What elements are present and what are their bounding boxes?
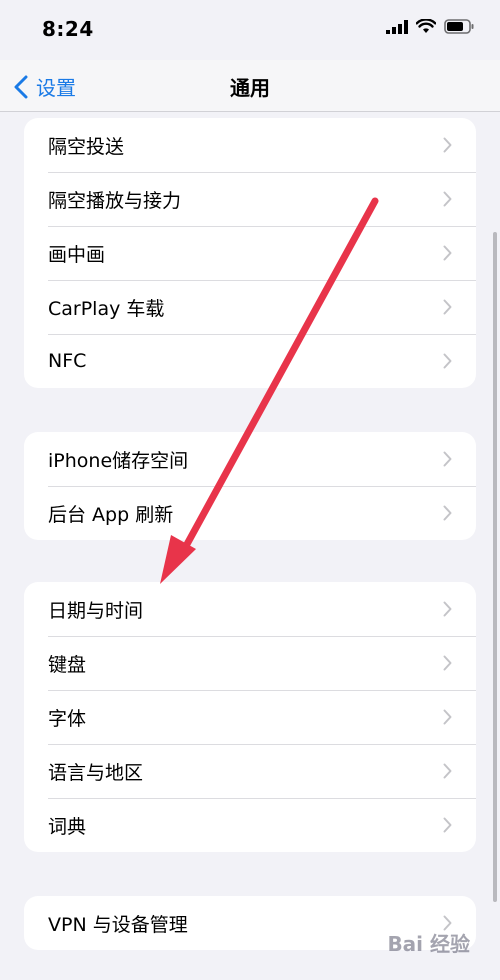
settings-row-picture-in-picture[interactable]: 画中画 bbox=[24, 226, 476, 280]
row-label: 画中画 bbox=[48, 243, 106, 266]
chevron-right-icon bbox=[443, 817, 452, 833]
settings-row-iphone-storage[interactable]: iPhone储存空间 bbox=[24, 432, 476, 486]
settings-row-airplay-handoff[interactable]: 隔空播放与接力 bbox=[24, 172, 476, 226]
chevron-right-icon bbox=[443, 137, 452, 153]
settings-group-connectivity: 隔空投送 隔空播放与接力 画中画 CarPlay 车载 NFC bbox=[24, 118, 476, 388]
row-label: 字体 bbox=[48, 707, 87, 730]
settings-row-date-time[interactable]: 日期与时间 bbox=[24, 582, 476, 636]
settings-group-storage: iPhone储存空间 后台 App 刷新 bbox=[24, 432, 476, 540]
chevron-right-icon bbox=[443, 353, 452, 369]
row-label: 隔空播放与接力 bbox=[48, 189, 182, 212]
settings-row-nfc[interactable]: NFC bbox=[24, 334, 476, 388]
row-label: 键盘 bbox=[48, 653, 87, 676]
navigation-bar: 设置 通用 bbox=[0, 60, 500, 112]
wifi-icon bbox=[416, 19, 436, 33]
chevron-right-icon bbox=[443, 601, 452, 617]
status-time: 8:24 bbox=[42, 17, 94, 41]
chevron-right-icon bbox=[443, 505, 452, 521]
settings-row-background-app-refresh[interactable]: 后台 App 刷新 bbox=[24, 486, 476, 540]
watermark: Bai 经验 bbox=[387, 932, 470, 956]
row-label: iPhone储存空间 bbox=[48, 449, 189, 472]
settings-row-fonts[interactable]: 字体 bbox=[24, 690, 476, 744]
settings-row-airdrop[interactable]: 隔空投送 bbox=[24, 118, 476, 172]
row-label: 后台 App 刷新 bbox=[48, 503, 174, 526]
row-label: 语言与地区 bbox=[48, 761, 144, 784]
chevron-right-icon bbox=[443, 451, 452, 467]
chevron-right-icon bbox=[443, 655, 452, 671]
chevron-right-icon bbox=[443, 299, 452, 315]
settings-row-language-region[interactable]: 语言与地区 bbox=[24, 744, 476, 798]
chevron-right-icon bbox=[443, 709, 452, 725]
row-label: NFC bbox=[48, 350, 87, 372]
row-label: 词典 bbox=[48, 815, 87, 838]
settings-group-regional: 日期与时间 键盘 字体 语言与地区 词典 bbox=[24, 582, 476, 852]
status-bar: 8:24 bbox=[0, 0, 500, 60]
scroll-indicator[interactable] bbox=[493, 232, 497, 902]
battery-icon bbox=[444, 19, 474, 34]
chevron-right-icon bbox=[443, 763, 452, 779]
row-label: 隔空投送 bbox=[48, 135, 125, 158]
row-label: 日期与时间 bbox=[48, 599, 144, 622]
settings-row-carplay[interactable]: CarPlay 车载 bbox=[24, 280, 476, 334]
settings-row-keyboard[interactable]: 键盘 bbox=[24, 636, 476, 690]
chevron-right-icon bbox=[443, 191, 452, 207]
cellular-signal-icon bbox=[386, 19, 408, 34]
row-label: CarPlay 车载 bbox=[48, 297, 165, 320]
chevron-right-icon bbox=[443, 245, 452, 261]
row-label: VPN 与设备管理 bbox=[48, 913, 188, 936]
status-icons bbox=[386, 19, 474, 34]
settings-row-dictionary[interactable]: 词典 bbox=[24, 798, 476, 852]
page-title: 通用 bbox=[230, 76, 270, 100]
